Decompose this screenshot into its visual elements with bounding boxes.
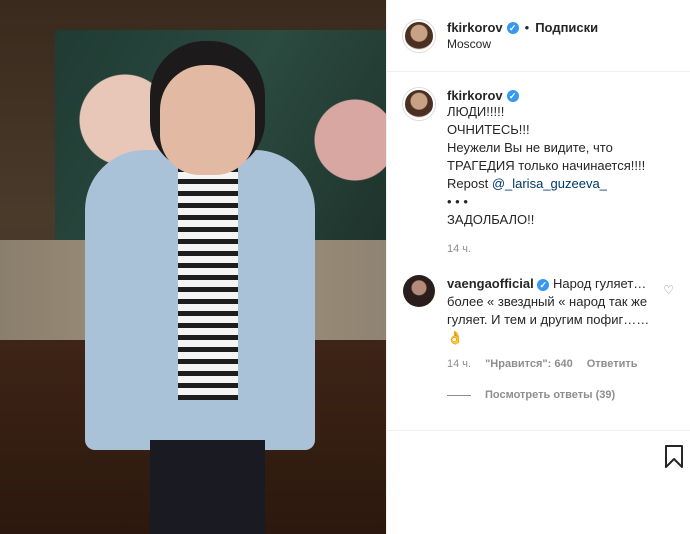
heart-icon[interactable]: ♡ [663, 283, 674, 297]
post-actions [387, 430, 690, 534]
caption-repost-line: Repost @_larisa_guzeeva_ [447, 175, 667, 193]
location-link[interactable]: Moscow [447, 37, 598, 51]
comment-meta: 14 ч. "Нравится": 640 Ответить [447, 355, 652, 373]
comments-list: fkirkorov ✓ ЛЮДИ!!!!! ОЧНИТЕСЬ!!! Неужел… [387, 72, 690, 401]
caption-line: ЛЮДИ!!!!! [447, 104, 505, 119]
view-replies-label: Посмотреть ответы (39) [485, 389, 616, 401]
repost-label: Repost [447, 176, 492, 191]
verified-icon: ✓ [506, 21, 519, 34]
comment-timestamp[interactable]: 14 ч. [447, 355, 471, 373]
caption-line: ЗАДОЛБАЛО!! [447, 212, 535, 227]
replies-divider [447, 394, 471, 396]
caption-text: ЛЮДИ!!!!! ОЧНИТЕСЬ!!! Неужели Вы не види… [447, 103, 667, 229]
verified-icon: ✓ [506, 89, 519, 102]
mention-link[interactable]: @_larisa_guzeeva_ [492, 176, 607, 191]
caption-line: ТРАГЕДИЯ только начинается!!!! [447, 158, 646, 173]
view-replies-button[interactable]: Посмотреть ответы (39) [447, 389, 674, 401]
caption: fkirkorov ✓ ЛЮДИ!!!!! ОЧНИТЕСЬ!!! Неужел… [403, 88, 674, 255]
post-sidebar: fkirkorov ✓ • Подписки Moscow fkirkorov … [386, 0, 690, 534]
header-username[interactable]: fkirkorov [447, 20, 503, 35]
comment-item: vaengaofficial ✓ Народ гуляет… более « з… [403, 275, 674, 373]
comment-likes[interactable]: "Нравится": 640 [485, 355, 573, 373]
comment-username[interactable]: vaengaofficial [447, 276, 534, 291]
bookmark-icon[interactable] [664, 445, 684, 469]
caption-timestamp[interactable]: 14 ч. [447, 243, 667, 255]
avatar[interactable] [403, 19, 435, 52]
person-shirt [178, 160, 238, 400]
following-button[interactable]: Подписки [535, 20, 598, 35]
comment-avatar[interactable] [403, 275, 435, 307]
separator-dot: • [524, 20, 530, 35]
caption-username[interactable]: fkirkorov [447, 88, 503, 103]
verified-icon: ✓ [537, 278, 550, 291]
caption-line: Неужели Вы не видите, что [447, 140, 613, 155]
post-header: fkirkorov ✓ • Подписки Moscow [387, 0, 690, 72]
caption-dots: • • • [447, 194, 468, 209]
caption-avatar[interactable] [403, 88, 435, 120]
person-legs [150, 440, 265, 534]
reply-button[interactable]: Ответить [587, 355, 638, 373]
post-video[interactable] [0, 0, 386, 534]
caption-line: ОЧНИТЕСЬ!!! [447, 122, 530, 137]
instagram-post: fkirkorov ✓ • Подписки Moscow fkirkorov … [0, 0, 690, 534]
person-head [160, 65, 255, 175]
